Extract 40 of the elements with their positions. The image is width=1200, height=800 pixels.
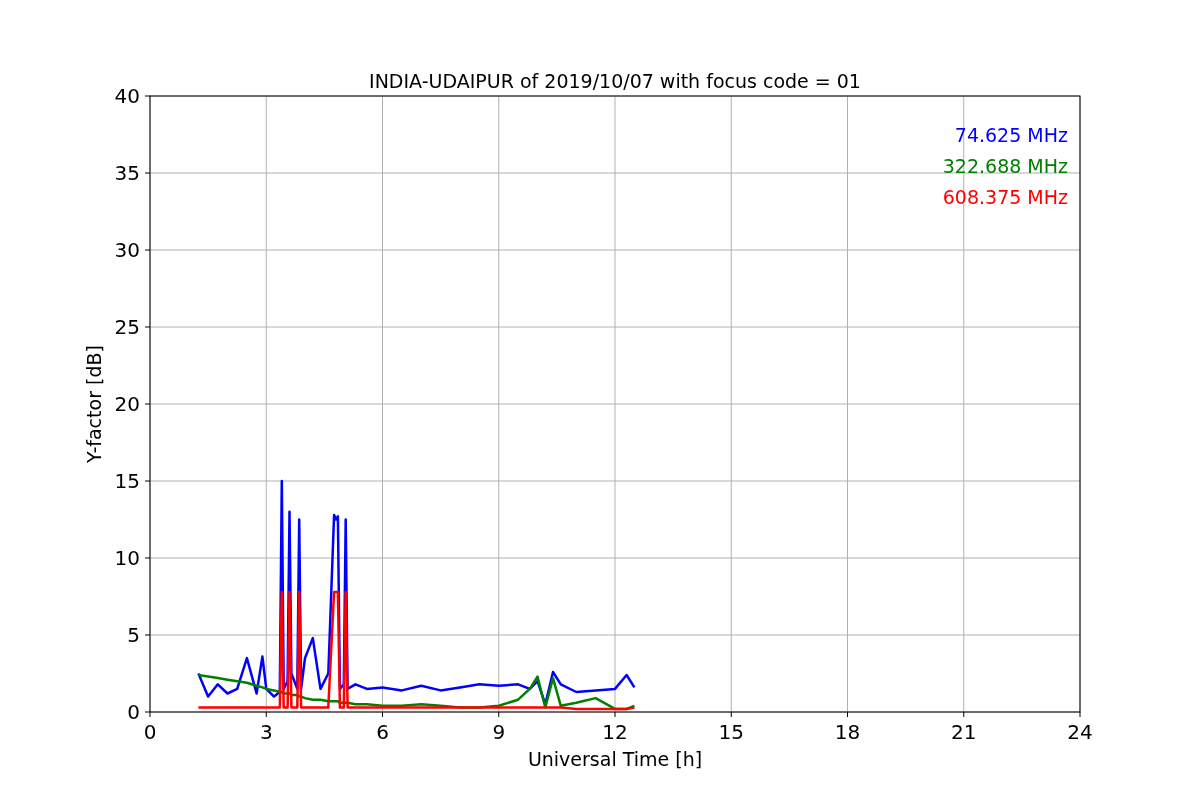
x-tick-label: 3: [259, 720, 273, 744]
y-tick-label: 5: [127, 623, 140, 647]
x-tick-label: 9: [492, 720, 506, 744]
tick-mark: [144, 634, 151, 636]
y-tick-label: 25: [114, 315, 140, 339]
tick-mark: [1079, 711, 1081, 718]
tick-mark: [144, 480, 151, 482]
tick-mark: [144, 557, 151, 559]
x-tick-label: 21: [951, 720, 977, 744]
legend-label: 322.688 MHz: [942, 155, 1068, 177]
tick-mark: [963, 711, 965, 718]
y-axis-label: Y-factor [dB]: [83, 345, 105, 463]
x-tick-label: 6: [376, 720, 389, 744]
tick-mark: [265, 711, 267, 718]
tick-mark: [144, 172, 151, 174]
y-tick-label: 30: [114, 238, 140, 262]
tick-mark: [730, 711, 732, 718]
legend-label: 74.625 MHz: [954, 124, 1068, 146]
x-tick-label: 15: [718, 720, 744, 744]
tick-mark: [614, 711, 616, 718]
x-tick-label: 24: [1067, 720, 1093, 744]
tick-mark: [847, 711, 848, 718]
chart-title: INDIA-UDAIPUR of 2019/10/07 with focus code = 01: [369, 70, 861, 92]
tick-mark: [144, 95, 151, 97]
tick-mark: [144, 326, 151, 328]
x-tick-label: 0: [143, 720, 157, 744]
tick-mark: [382, 711, 383, 718]
y-tick-label: 40: [114, 84, 140, 108]
y-tick-label: 10: [114, 546, 140, 570]
x-tick-label: 18: [834, 720, 861, 744]
y-tick-label: 15: [114, 469, 140, 493]
y-tick-label: 20: [114, 392, 140, 416]
y-tick-label: 35: [114, 161, 140, 185]
tick-mark: [144, 249, 151, 251]
x-axis-label: Universal Time [h]: [527, 748, 703, 770]
tick-mark: [498, 711, 500, 718]
tick-mark: [144, 403, 151, 405]
x-tick-label: 12: [602, 720, 628, 744]
y-tick-label: 0: [127, 700, 140, 724]
legend-label: 608.375 MHz: [942, 186, 1068, 208]
